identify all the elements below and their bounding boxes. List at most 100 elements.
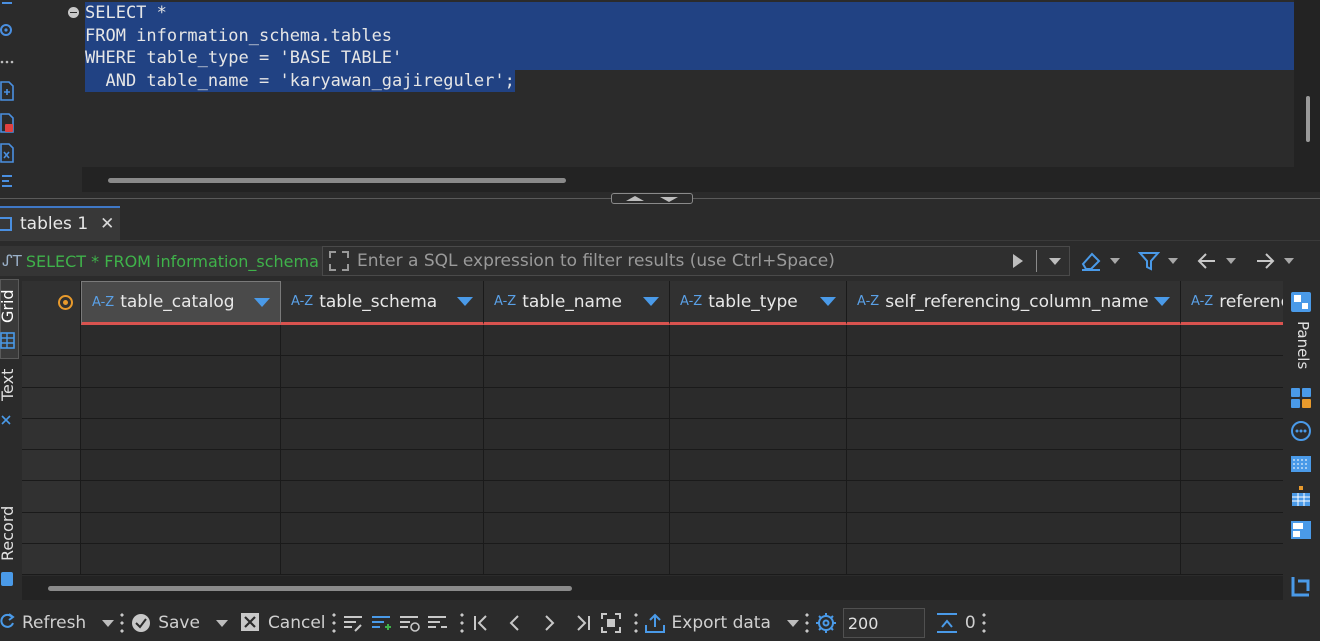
grid-cell[interactable] <box>670 544 847 576</box>
grid-cell[interactable] <box>281 325 484 357</box>
tab-grid[interactable]: Grid <box>0 289 17 323</box>
grid-cell[interactable] <box>81 481 281 513</box>
column-menu-icon[interactable] <box>643 297 659 306</box>
chevron-down-icon[interactable] <box>1226 258 1236 264</box>
first-page-icon[interactable] <box>470 612 492 634</box>
new-script-icon[interactable] <box>0 81 16 101</box>
last-page-icon[interactable] <box>572 612 594 634</box>
previous-page-icon[interactable] <box>504 612 526 634</box>
grid-cell[interactable] <box>670 387 847 419</box>
clear-filter-button[interactable] <box>1078 248 1104 274</box>
grid-cell[interactable] <box>1181 356 1283 388</box>
apply-filter-button[interactable] <box>1004 247 1032 275</box>
column-header[interactable]: A-Z table_name <box>484 281 670 325</box>
maximize-editor-icon[interactable] <box>660 197 678 202</box>
tab-text[interactable]: Text <box>0 369 17 401</box>
tab-record[interactable]: Record <box>0 506 17 561</box>
column-menu-icon[interactable] <box>820 297 836 306</box>
grid-cell[interactable] <box>670 356 847 388</box>
table-row[interactable] <box>22 450 1283 482</box>
grid-cell[interactable] <box>1181 481 1283 513</box>
grid-cell[interactable] <box>847 481 1181 513</box>
column-header[interactable]: A-Z referenc <box>1181 281 1283 325</box>
editor-results-splitter[interactable] <box>0 192 1320 206</box>
grid-cell[interactable] <box>670 450 847 482</box>
scrollbar-thumb[interactable] <box>108 178 566 183</box>
grid-cell[interactable] <box>81 325 281 357</box>
delete-row-icon[interactable] <box>426 612 448 634</box>
fetch-size-input[interactable] <box>842 608 925 638</box>
select-all-corner[interactable] <box>22 281 81 325</box>
grid-cell[interactable] <box>281 356 484 388</box>
grid-cell[interactable] <box>847 356 1181 388</box>
row-number-cell[interactable] <box>22 387 81 419</box>
column-menu-icon[interactable] <box>457 297 473 306</box>
column-header[interactable]: A-Z table_catalog <box>81 281 281 325</box>
grid-cell[interactable] <box>847 450 1181 482</box>
gear-icon[interactable] <box>815 612 837 634</box>
value-viewer-icon[interactable] <box>1290 453 1312 475</box>
grid-cell[interactable] <box>484 481 670 513</box>
fetch-all-icon[interactable] <box>600 612 622 634</box>
grid-cell[interactable] <box>81 450 281 482</box>
grid-cell[interactable] <box>281 450 484 482</box>
chevron-down-icon[interactable] <box>1168 258 1178 264</box>
grid-cell[interactable] <box>847 418 1181 451</box>
splitter-toggle-button[interactable] <box>611 193 693 204</box>
more-icon[interactable] <box>0 52 16 70</box>
fold-marker-icon[interactable] <box>68 7 79 18</box>
grid-cell[interactable] <box>670 325 847 357</box>
table-row[interactable] <box>22 387 1283 419</box>
grid-cell[interactable] <box>484 450 670 482</box>
add-row-icon[interactable] <box>370 612 392 634</box>
grid-cell[interactable] <box>281 544 484 576</box>
history-forward-button[interactable] <box>1252 248 1278 274</box>
table-row[interactable] <box>22 544 1283 576</box>
copy-row-icon[interactable] <box>398 612 420 634</box>
filter-input[interactable] <box>351 251 1004 271</box>
chevron-down-icon[interactable] <box>102 619 115 627</box>
table-row[interactable] <box>22 481 1283 513</box>
row-number-cell[interactable] <box>22 544 81 576</box>
grid-cell[interactable] <box>81 544 281 576</box>
table-row[interactable] <box>22 418 1283 451</box>
column-header[interactable]: A-Z table_schema <box>281 281 484 325</box>
sql-editor[interactable]: SELECT * FROM information_schema.tables … <box>22 0 1294 192</box>
column-menu-icon[interactable] <box>254 298 270 307</box>
grid-cell[interactable] <box>281 512 484 545</box>
column-header[interactable]: A-Z self_referencing_column_name <box>847 281 1181 325</box>
editor-horizontal-scrollbar[interactable] <box>82 167 1294 192</box>
grid-cell[interactable] <box>1181 388 1283 419</box>
grid-cell[interactable] <box>1181 513 1283 545</box>
chevron-down-icon[interactable] <box>1110 258 1120 264</box>
grid-cell[interactable] <box>847 544 1181 576</box>
table-row[interactable] <box>22 325 1283 357</box>
column-header[interactable]: A-Z table_type <box>670 281 847 325</box>
grid-cell[interactable] <box>484 418 670 451</box>
grid-cell[interactable] <box>81 387 281 419</box>
refresh-button[interactable]: Refresh <box>0 612 115 634</box>
export-data-button[interactable]: Export data <box>644 612 799 634</box>
query-preview[interactable]: ᔑT SELECT * FROM information_schema <box>0 246 322 276</box>
grid-cell[interactable] <box>281 481 484 513</box>
row-number-cell[interactable] <box>22 512 81 545</box>
grid-cell[interactable] <box>1181 450 1283 482</box>
grid-cell[interactable] <box>484 325 670 357</box>
next-page-icon[interactable] <box>538 612 560 634</box>
grid-cell[interactable] <box>281 387 484 419</box>
chevron-down-icon[interactable] <box>1284 258 1294 264</box>
grid-cell[interactable] <box>670 481 847 513</box>
table-row[interactable] <box>22 356 1283 388</box>
edit-row-icon[interactable] <box>342 612 364 634</box>
script-error-icon[interactable] <box>0 113 16 133</box>
gear-icon[interactable] <box>0 21 16 39</box>
filter-settings-button[interactable] <box>1136 248 1162 274</box>
row-number-cell[interactable] <box>22 356 81 388</box>
tab-tables-1[interactable]: tables 1 ✕ <box>0 206 120 240</box>
grid-cell[interactable] <box>847 387 1181 419</box>
outline-icon[interactable] <box>0 0 16 12</box>
sql-code[interactable]: SELECT * FROM information_schema.tables … <box>85 2 1294 92</box>
save-button[interactable]: Save <box>130 612 228 634</box>
grid-horizontal-scrollbar[interactable] <box>22 576 1283 600</box>
table-row[interactable] <box>22 512 1283 545</box>
